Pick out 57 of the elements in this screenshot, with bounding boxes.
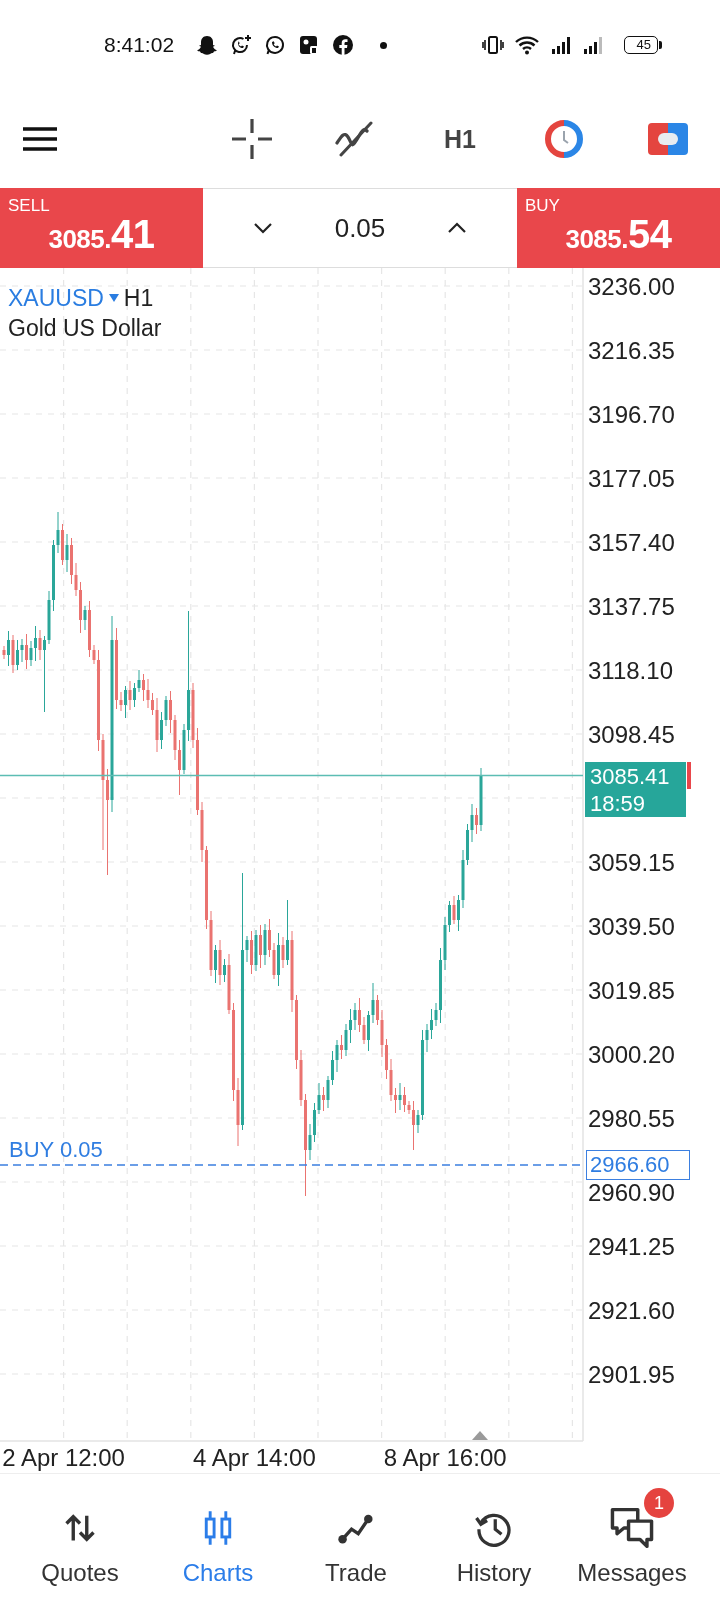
countdown-label: 18:59 xyxy=(590,790,646,816)
sell-button[interactable]: SELL 3085.41 xyxy=(0,188,203,268)
nav-tab[interactable]: History xyxy=(425,1474,563,1600)
price-axis-label: 3196.70 xyxy=(588,400,675,428)
position-price-tag: 2966.60 xyxy=(586,1150,690,1180)
status-time: 8:41:02 xyxy=(104,33,175,57)
notification-badge: 1 xyxy=(644,1488,674,1518)
ask-price-marker xyxy=(687,762,691,789)
vibrate-icon xyxy=(481,34,504,56)
price-axis-label: 2960.90 xyxy=(588,1178,675,1206)
price-axis-label: 3019.85 xyxy=(588,976,675,1004)
menu-icon xyxy=(23,126,57,152)
current-price-label: 3085.41 xyxy=(590,763,670,789)
price-axis-label: 3098.45 xyxy=(588,720,675,748)
triangle-marker-icon[interactable] xyxy=(472,1431,488,1440)
chevron-up-icon xyxy=(447,222,467,234)
symbol-name[interactable]: XAUUSD xyxy=(8,284,104,312)
time-axis-label: 8 Apr 16:00 xyxy=(383,1443,507,1471)
nav-tab[interactable]: Charts xyxy=(149,1474,287,1600)
price-axis-label: 3157.40 xyxy=(588,528,675,556)
nav-tab[interactable]: Trade xyxy=(287,1474,425,1600)
split-pill-icon xyxy=(647,122,689,156)
price-axis-label: 3137.75 xyxy=(588,592,675,620)
price-axis-label: 3039.50 xyxy=(588,912,675,940)
phone-bubble-icon xyxy=(264,34,287,56)
symbol-description: Gold US Dollar xyxy=(8,314,162,343)
chart-timeframe: H1 xyxy=(123,284,154,312)
clock-ring-icon xyxy=(544,119,584,159)
buy-button[interactable]: BUY 3085.54 xyxy=(517,188,720,268)
signal-icon xyxy=(549,34,572,56)
wifi-icon xyxy=(513,34,540,56)
chat-bubbles-icon xyxy=(609,1506,655,1550)
crosshair-icon xyxy=(232,119,272,159)
f-circle-icon xyxy=(332,34,355,56)
nav-tab[interactable]: Quotes xyxy=(11,1474,149,1600)
price-axis-label: 2980.55 xyxy=(588,1104,675,1132)
price-axis-label: 3118.10 xyxy=(588,656,673,684)
price-axis-label: 2901.95 xyxy=(588,1360,675,1388)
price-axis-label: 2941.25 xyxy=(588,1232,675,1260)
dot-icon xyxy=(380,41,388,49)
ghost-icon xyxy=(196,34,219,56)
price-axis-label: 3216.35 xyxy=(588,336,675,364)
chat-plus-icon xyxy=(230,34,253,56)
price-axis-label: 3000.20 xyxy=(588,1040,675,1068)
dropdown-caret-icon[interactable] xyxy=(108,294,119,302)
signal-icon xyxy=(581,34,604,56)
price-axis-label: 3236.00 xyxy=(588,272,675,300)
position-label: BUY 0.05 xyxy=(9,1136,103,1162)
chevron-down-icon xyxy=(253,222,273,234)
price-axis-label: 2921.60 xyxy=(588,1296,675,1324)
volume-field[interactable]: 0.05 xyxy=(323,212,397,244)
time-axis-label: 2 Apr 12:00 xyxy=(2,1443,125,1471)
price-axis-label: 3177.05 xyxy=(588,464,675,492)
time-axis-label: 4 Apr 14:00 xyxy=(193,1443,316,1471)
price-axis-label: 3059.15 xyxy=(588,848,675,876)
timeframe-button[interactable]: H1 xyxy=(408,109,512,169)
position-line[interactable] xyxy=(0,1164,581,1166)
